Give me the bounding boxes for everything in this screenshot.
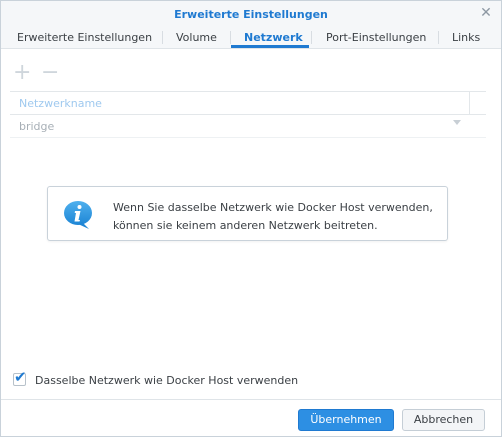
network-grid: Netzwerkname bridge bbox=[10, 91, 486, 138]
table-row[interactable]: bridge bbox=[10, 114, 486, 138]
tab-volume[interactable]: Volume bbox=[176, 31, 217, 44]
active-tab-indicator bbox=[231, 45, 309, 48]
info-box: Wenn Sie dasselbe Netzwerk wie Docker Ho… bbox=[47, 186, 448, 241]
tab-separator bbox=[162, 31, 163, 44]
column-separator bbox=[469, 92, 470, 114]
tab-separator bbox=[438, 31, 439, 44]
tab-erweiterte-einstellungen[interactable]: Erweiterte Einstellungen bbox=[17, 31, 152, 44]
tab-port-einstellungen[interactable]: Port-Einstellungen bbox=[326, 31, 426, 44]
tab-links[interactable]: Links bbox=[452, 31, 480, 44]
tab-separator bbox=[311, 31, 312, 44]
info-speech-bubble-icon bbox=[64, 201, 92, 229]
dialog-window: Erweiterte Einstellungen ✕ Erweiterte Ei… bbox=[0, 0, 502, 437]
title-bar: Erweiterte Einstellungen ✕ bbox=[1, 1, 501, 27]
checkmark-icon[interactable]: ✔ bbox=[14, 370, 27, 385]
close-icon[interactable]: ✕ bbox=[479, 6, 493, 20]
same-network-checkbox-label[interactable]: Dasselbe Netzwerk wie Docker Host verwen… bbox=[35, 374, 298, 387]
cancel-button[interactable]: Abbrechen bbox=[402, 409, 485, 431]
tab-separator bbox=[230, 31, 231, 44]
apply-button[interactable]: Übernehmen bbox=[298, 409, 394, 431]
info-message: Wenn Sie dasselbe Netzwerk wie Docker Ho… bbox=[113, 199, 433, 235]
chevron-down-icon[interactable] bbox=[453, 120, 461, 125]
remove-icon[interactable]: − bbox=[41, 62, 59, 84]
add-icon[interactable]: + bbox=[13, 62, 31, 84]
grid-header: Netzwerkname bbox=[10, 91, 486, 115]
info-message-line: Wenn Sie dasselbe Netzwerk wie Docker Ho… bbox=[113, 201, 433, 214]
dialog-title: Erweiterte Einstellungen bbox=[174, 8, 328, 21]
network-name-cell: bridge bbox=[19, 120, 55, 133]
tab-netzwerk[interactable]: Netzwerk bbox=[244, 31, 303, 44]
info-message-line: können sie keinem anderen Netzwerk beitr… bbox=[113, 219, 378, 232]
footer-divider bbox=[1, 399, 501, 400]
column-header-netzwerkname[interactable]: Netzwerkname bbox=[19, 97, 102, 110]
